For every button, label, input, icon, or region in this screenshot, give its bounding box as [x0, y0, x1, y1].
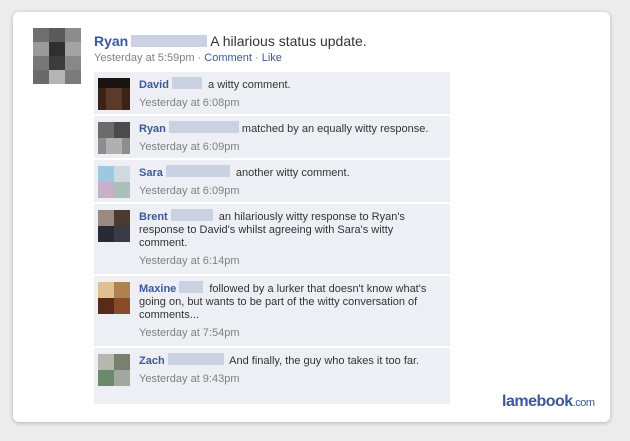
comment-item: Ryan matched by an equally witty response…: [94, 116, 450, 158]
watermark-suffix: .com: [572, 397, 595, 409]
redacted-surname: [171, 77, 202, 89]
comment-timestamp: Yesterday at 6:14pm: [139, 255, 240, 267]
redacted-surname: [179, 281, 204, 293]
comment-author-link[interactable]: Sara: [139, 167, 163, 179]
comment-item: Zach And finally, the guy who takes it t…: [94, 348, 450, 404]
redacted-surname: [167, 353, 224, 365]
comment-item: Maxine followed by a lurker that doesn't…: [94, 276, 450, 346]
comment-author-link[interactable]: Maxine: [139, 283, 176, 295]
post-timestamp: Yesterday at 5:59pm: [94, 52, 195, 64]
avatar[interactable]: [98, 354, 130, 386]
comment-author-link[interactable]: Zach: [139, 355, 165, 367]
avatar[interactable]: [98, 210, 130, 242]
comment-item: David a witty comment. Yesterday at 6:08…: [94, 72, 450, 114]
redacted-surname: [131, 35, 208, 47]
comment-text: And finally, the guy who takes it too fa…: [229, 355, 420, 367]
comment-author-link[interactable]: David: [139, 79, 169, 91]
status-text: A hilarious status update.: [210, 33, 367, 49]
avatar[interactable]: [98, 78, 130, 110]
lamebook-watermark: lamebook.com: [502, 393, 595, 411]
comment-timestamp: Yesterday at 7:54pm: [139, 327, 240, 339]
like-link[interactable]: Like: [262, 52, 282, 64]
comment-timestamp: Yesterday at 6:09pm: [139, 185, 240, 197]
comment-timestamp: Yesterday at 6:08pm: [139, 97, 240, 109]
post-meta: Yesterday at 5:59pm · Comment · Like: [94, 52, 282, 64]
comment-item: Sara another witty comment. Yesterday at…: [94, 160, 450, 202]
comment-text: another witty comment.: [235, 167, 350, 179]
comment-item: Brent an hilariously witty response to R…: [94, 204, 450, 274]
comment-author-link[interactable]: Brent: [139, 211, 168, 223]
redacted-surname: [165, 165, 230, 177]
status-card: Ryan A hilarious status update. Yesterday…: [13, 12, 610, 422]
comment-author-link[interactable]: Ryan: [139, 123, 166, 135]
avatar[interactable]: [98, 166, 130, 198]
avatar[interactable]: [98, 122, 130, 154]
post-header: Ryan A hilarious status update.: [94, 33, 367, 49]
comment-text: matched by an equally witty response.: [241, 123, 429, 135]
comment-text: a witty comment.: [208, 79, 291, 91]
redacted-surname: [168, 121, 239, 133]
redacted-surname: [170, 209, 213, 221]
avatar[interactable]: [33, 28, 81, 84]
watermark-main: lamebook: [502, 393, 573, 410]
avatar[interactable]: [98, 282, 130, 314]
comment-list: David a witty comment. Yesterday at 6:08…: [94, 72, 450, 406]
comment-timestamp: Yesterday at 9:43pm: [139, 373, 240, 385]
comment-timestamp: Yesterday at 6:09pm: [139, 141, 240, 153]
post-author-link[interactable]: Ryan: [94, 33, 128, 49]
comment-link[interactable]: Comment: [204, 52, 252, 64]
